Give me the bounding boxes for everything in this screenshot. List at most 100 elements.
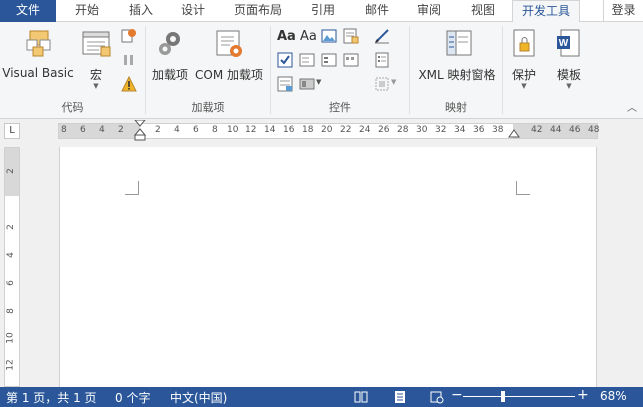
addins-label: 加载项: [151, 68, 188, 82]
group-label-addins: 加载项: [191, 101, 225, 114]
macro-label: 宏: [89, 68, 102, 82]
ruler-number: 22: [340, 125, 352, 135]
zoom-out-button[interactable]: −: [451, 387, 463, 403]
ruler-number: 16: [283, 125, 295, 135]
xml-mapping-pane-button[interactable]: XML 映射窗格: [414, 26, 500, 96]
indent-marker-icon[interactable]: [134, 120, 146, 142]
protect-button[interactable]: 保护 ▼: [505, 26, 543, 96]
ruler-number: 12: [245, 125, 257, 135]
tab-mailings[interactable]: 邮件: [354, 0, 400, 22]
date-picker-control-icon[interactable]: [343, 52, 359, 68]
document-area: 2 2 4 6 8 10 12: [0, 144, 643, 387]
ruler-number: 12: [5, 359, 16, 371]
chevron-down-icon[interactable]: ▼: [316, 78, 321, 86]
ruler-number: 2: [118, 125, 124, 135]
zoom-in-button[interactable]: +: [577, 387, 589, 403]
collapse-ribbon-icon[interactable]: ︿: [627, 99, 637, 114]
vertical-ruler[interactable]: 2 2 4 6 8 10 12: [4, 147, 20, 387]
read-mode-icon[interactable]: [354, 390, 368, 404]
crop-mark: [125, 181, 139, 195]
document-page[interactable]: [59, 147, 597, 387]
document-template-button[interactable]: W 模板 ▼: [548, 26, 590, 96]
tab-review[interactable]: 审阅: [406, 0, 452, 22]
page-count-status[interactable]: 第 1 页，共 1 页: [6, 389, 97, 406]
properties-icon[interactable]: [374, 52, 390, 68]
chevron-down-icon: ▼: [93, 82, 99, 90]
com-addins-label: COM 加载项: [195, 68, 263, 82]
template-label: 模板: [556, 68, 581, 82]
word-template-icon: W: [557, 29, 580, 57]
repeating-section-control-icon[interactable]: [277, 76, 293, 92]
zoom-percentage[interactable]: 68%: [600, 389, 627, 403]
ruler-number: 4: [174, 125, 180, 135]
tab-developer[interactable]: 开发工具: [512, 0, 580, 23]
visual-basic-icon: [26, 30, 51, 57]
ruler-number: 6: [5, 280, 16, 286]
ribbon-tab-bar: 文件 开始 插入 设计 页面布局 引用 邮件 审阅 视图 开发工具 登录: [0, 0, 643, 23]
word-count-status[interactable]: 0 个字: [115, 389, 150, 406]
pause-recording-icon[interactable]: [121, 52, 137, 68]
addins-button[interactable]: 加载项: [150, 26, 190, 96]
language-status[interactable]: 中文(中国): [170, 389, 227, 406]
zoom-slider-thumb[interactable]: [501, 391, 505, 402]
design-mode-icon[interactable]: [374, 28, 390, 44]
gear-icon: [159, 32, 180, 55]
ruler-number: 8: [212, 125, 218, 135]
plain-text-control-button[interactable]: Aa: [300, 29, 317, 44]
ruler-number: 4: [5, 252, 16, 258]
picture-control-icon[interactable]: [321, 28, 337, 44]
com-addins-button[interactable]: COM 加载项: [192, 26, 266, 96]
visual-basic-button[interactable]: Visual Basic: [2, 26, 74, 96]
ruler-number: 10: [5, 332, 16, 344]
macros-button[interactable]: 宏 ▼: [78, 26, 114, 96]
visual-basic-label: Visual Basic: [2, 66, 74, 80]
ruler-number: 34: [454, 125, 466, 135]
svg-text:W: W: [559, 38, 569, 49]
com-addins-icon: [216, 30, 242, 57]
ruler-number: 28: [397, 125, 409, 135]
checkbox-control-icon[interactable]: [277, 52, 293, 68]
tab-design[interactable]: 设计: [170, 0, 216, 22]
dropdown-list-control-icon[interactable]: [321, 52, 337, 68]
ruler-number: 2: [5, 168, 16, 174]
ruler-number: 8: [5, 308, 16, 314]
tab-view[interactable]: 视图: [460, 0, 506, 22]
chevron-down-icon: ▼: [566, 82, 572, 90]
ruler-number: 20: [321, 125, 333, 135]
group-addins: 加载项 COM 加载项 加载项: [146, 22, 270, 119]
zoom-slider-track[interactable]: [463, 396, 575, 397]
group-templates: W 模板 ▼: [546, 22, 592, 119]
print-layout-icon[interactable]: [393, 390, 407, 404]
ruler-number: 24: [359, 125, 371, 135]
right-indent-marker-icon[interactable]: [508, 129, 520, 141]
macro-security-icon[interactable]: [121, 76, 137, 92]
tab-home[interactable]: 开始: [64, 0, 110, 22]
rich-text-control-button[interactable]: Aa: [277, 29, 296, 44]
tab-page-layout[interactable]: 页面布局: [226, 0, 290, 22]
combo-box-control-icon[interactable]: [299, 52, 315, 68]
tab-file[interactable]: 文件: [0, 0, 56, 22]
chevron-down-icon: ▼: [521, 82, 527, 90]
ruler-number: 26: [378, 125, 390, 135]
legacy-tools-icon[interactable]: [299, 76, 315, 92]
ruler-number: 38: [492, 125, 504, 135]
chevron-down-icon[interactable]: ▼: [391, 78, 396, 86]
group-label-controls: 控件: [329, 101, 351, 114]
record-macro-icon[interactable]: [121, 28, 137, 44]
web-layout-icon[interactable]: [430, 390, 444, 404]
protect-label: 保护: [511, 68, 536, 82]
ruler-number: 18: [302, 125, 314, 135]
building-block-control-icon[interactable]: [343, 28, 359, 44]
horizontal-ruler[interactable]: 8 6 4 2 2 4 6 8 10 12 14 16 18 20 22 24 …: [58, 120, 599, 142]
login-button[interactable]: 登录: [603, 0, 643, 22]
group-label-code: 代码: [61, 101, 84, 114]
tab-selector[interactable]: L: [4, 123, 20, 139]
group-label-mapping: 映射: [445, 101, 467, 114]
ruler-number: 44: [550, 125, 562, 135]
group-controls-icon[interactable]: [374, 76, 390, 92]
tab-insert[interactable]: 插入: [118, 0, 164, 22]
macro-icon: [82, 31, 111, 57]
ruler-number: 10: [227, 125, 239, 135]
tab-references[interactable]: 引用: [300, 0, 346, 22]
ribbon: Visual Basic 宏 ▼ 代码 加载项 COM 加载项 加载项 Aa A…: [0, 22, 643, 119]
